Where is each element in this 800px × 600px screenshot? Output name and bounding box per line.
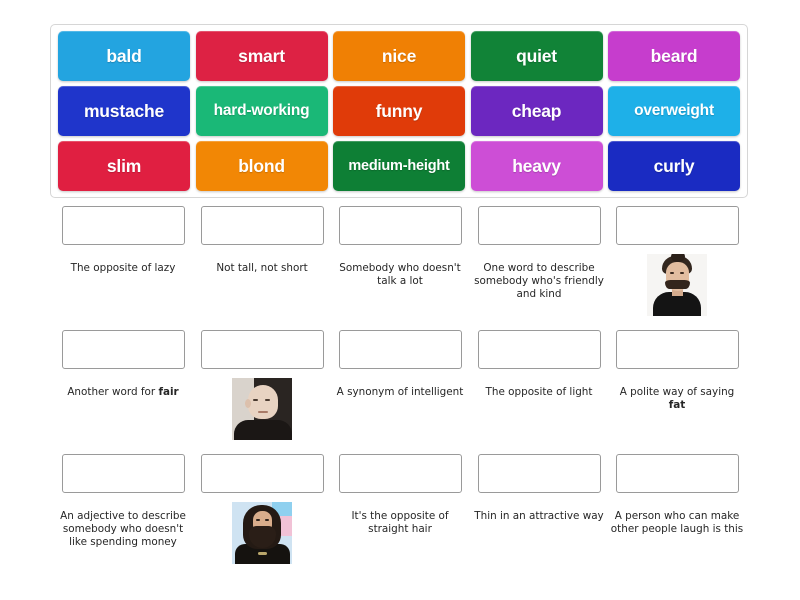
drop-box[interactable]: [477, 330, 601, 369]
word-tile[interactable]: beard: [608, 31, 740, 81]
answer-cell: [193, 330, 331, 440]
answer-cell: [193, 454, 331, 564]
clue-caption: It's the opposite of straight hair: [351, 510, 449, 535]
answer-cell: One word to describe somebody who's frie…: [470, 206, 608, 301]
drop-box[interactable]: [200, 206, 324, 245]
word-tile[interactable]: bald: [58, 31, 190, 81]
answer-cell: A person who can make other people laugh…: [608, 454, 746, 536]
answer-cell: Not tall, not short: [193, 206, 331, 275]
clue-caption: A synonym of intelligent: [336, 386, 464, 398]
word-tile[interactable]: curly: [608, 141, 740, 191]
clue-caption: The opposite of lazy: [70, 262, 176, 274]
answer-cell: [608, 206, 746, 316]
word-bank-row: bald smart nice quiet beard: [58, 31, 740, 81]
clue-caption: Not tall, not short: [216, 262, 308, 274]
clue-caption: A polite way of saying fat: [619, 386, 735, 411]
answer-cell: An adjective to describe somebody who do…: [54, 454, 192, 549]
drop-box[interactable]: [200, 454, 324, 493]
clue-caption: A person who can make other people laugh…: [610, 510, 744, 535]
word-tile[interactable]: slim: [58, 141, 190, 191]
clue-caption: Another word for fair: [67, 386, 179, 398]
answer-cell: A synonym of intelligent: [331, 330, 469, 399]
drop-box[interactable]: [200, 330, 324, 369]
word-tile[interactable]: cheap: [470, 86, 603, 136]
answer-cell: Thin in an attractive way: [470, 454, 608, 523]
word-tile[interactable]: overweight: [608, 86, 740, 136]
photo-man-with-mustache: [647, 254, 707, 316]
drop-box[interactable]: [338, 454, 462, 493]
drop-box[interactable]: [338, 206, 462, 245]
drop-box[interactable]: [477, 206, 601, 245]
clue-caption: Somebody who doesn't talk a lot: [339, 262, 461, 287]
word-tile[interactable]: quiet: [470, 31, 603, 81]
clue-caption: Thin in an attractive way: [474, 510, 604, 522]
word-tile[interactable]: nice: [333, 31, 465, 81]
drop-box[interactable]: [61, 454, 185, 493]
photo-bearded-long-hair-man: [232, 502, 292, 564]
drop-box[interactable]: [338, 330, 462, 369]
answer-row: An adjective to describe somebody who do…: [0, 454, 800, 578]
word-tile[interactable]: mustache: [58, 86, 190, 136]
drop-box[interactable]: [615, 206, 739, 245]
answer-grid: The opposite of lazy Not tall, not short…: [0, 206, 800, 590]
photo-bald-man: [232, 378, 292, 440]
answer-cell: A polite way of saying fat: [608, 330, 746, 412]
word-tile[interactable]: hard-working: [195, 86, 328, 136]
answer-cell: The opposite of lazy: [54, 206, 192, 275]
word-bank-row: mustache hard-working funny cheap overwe…: [58, 86, 740, 136]
drop-box[interactable]: [615, 454, 739, 493]
word-tile[interactable]: funny: [333, 86, 465, 136]
clue-caption: An adjective to describe somebody who do…: [60, 510, 186, 548]
word-bank-row: slim blond medium-height heavy curly: [58, 141, 740, 191]
drop-box[interactable]: [615, 330, 739, 369]
word-bank-panel: bald smart nice quiet beard mustache har…: [50, 24, 748, 198]
word-tile[interactable]: heavy: [470, 141, 603, 191]
word-tile[interactable]: smart: [195, 31, 328, 81]
answer-cell: Another word for fair: [54, 330, 192, 399]
word-tile[interactable]: blond: [195, 141, 328, 191]
answer-cell: Somebody who doesn't talk a lot: [331, 206, 469, 288]
drop-box[interactable]: [61, 330, 185, 369]
clue-caption: The opposite of light: [485, 386, 593, 398]
word-tile[interactable]: medium-height: [333, 141, 465, 191]
answer-cell: The opposite of light: [470, 330, 608, 399]
drop-box[interactable]: [477, 454, 601, 493]
clue-caption: One word to describe somebody who's frie…: [474, 262, 604, 300]
answer-row: Another word for fair A synonym of intel…: [0, 330, 800, 454]
answer-row: The opposite of lazy Not tall, not short…: [0, 206, 800, 330]
drop-box[interactable]: [61, 206, 185, 245]
answer-cell: It's the opposite of straight hair: [331, 454, 469, 536]
